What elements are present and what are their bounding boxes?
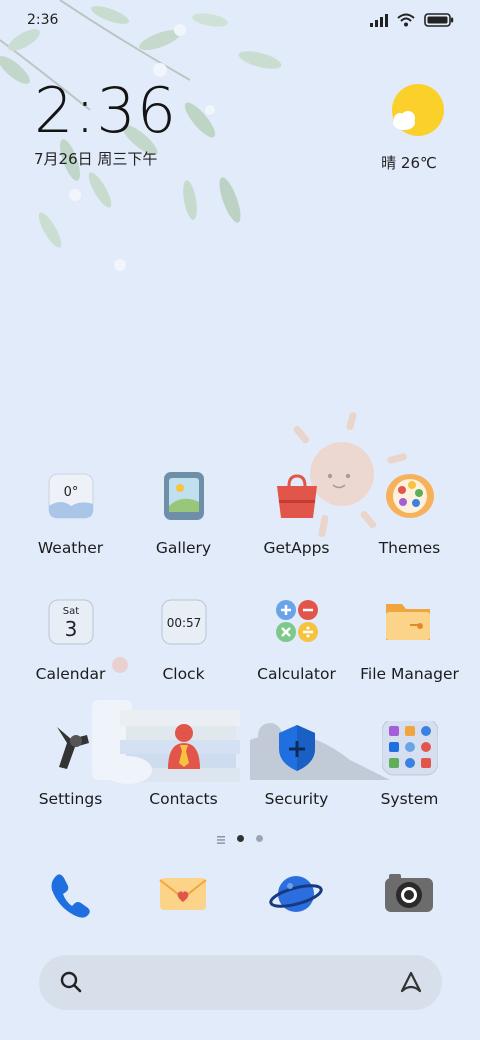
calendar-icon: Sat 3 bbox=[43, 596, 99, 652]
calendar-icon-date: 3 bbox=[64, 617, 77, 641]
dock-camera[interactable] bbox=[381, 866, 437, 922]
clock-widget-time: 2:36 bbox=[34, 74, 178, 147]
dock-browser[interactable] bbox=[268, 866, 324, 922]
app-settings[interactable]: Settings bbox=[14, 721, 127, 808]
app-themes[interactable]: Themes bbox=[353, 470, 466, 557]
messaging-icon bbox=[155, 878, 211, 926]
wifi-icon bbox=[397, 12, 415, 31]
calendar-icon-day: Sat bbox=[62, 606, 78, 617]
app-label: Security bbox=[264, 790, 329, 808]
clock-icon-time: 00:57 bbox=[166, 616, 201, 630]
signal-icon bbox=[370, 12, 388, 31]
status-bar: 2:36 bbox=[0, 0, 480, 42]
status-time: 2:36 bbox=[27, 12, 59, 28]
page-indicator[interactable] bbox=[0, 829, 480, 848]
app-list-indicator-icon bbox=[217, 829, 225, 848]
app-clock[interactable]: 00:57 Clock bbox=[127, 596, 240, 683]
app-security[interactable]: Security bbox=[240, 721, 353, 808]
status-icons bbox=[370, 12, 454, 31]
app-file-manager[interactable]: File Manager bbox=[353, 596, 466, 683]
dock-phone[interactable] bbox=[42, 866, 98, 922]
app-label: Contacts bbox=[149, 790, 218, 808]
sun-cloud-icon bbox=[388, 84, 444, 144]
weather-icon-temp: 0° bbox=[63, 485, 78, 500]
battery-icon bbox=[424, 12, 454, 31]
gallery-icon bbox=[156, 470, 212, 526]
app-contacts[interactable]: Contacts bbox=[127, 721, 240, 808]
phone-icon bbox=[42, 874, 98, 926]
weather-widget-text: 晴 26℃ bbox=[381, 154, 437, 172]
security-icon bbox=[269, 721, 325, 777]
app-calculator[interactable]: Calculator bbox=[240, 596, 353, 683]
getapps-icon bbox=[269, 470, 325, 526]
app-label: File Manager bbox=[360, 665, 459, 683]
camera-icon bbox=[381, 874, 437, 926]
system-folder-icon bbox=[381, 718, 438, 777]
app-label: Gallery bbox=[155, 539, 212, 557]
weather-widget[interactable]: 晴 26℃ bbox=[381, 84, 444, 173]
app-label: Themes bbox=[378, 539, 441, 557]
app-label: System bbox=[380, 790, 439, 808]
clock-widget-date: 7月26日 周三下午 bbox=[34, 150, 158, 168]
app-label: Calendar bbox=[35, 665, 106, 683]
app-label: GetApps bbox=[263, 539, 330, 557]
clock-icon: 00:57 bbox=[156, 596, 212, 652]
file-manager-icon bbox=[382, 596, 438, 652]
page-dot bbox=[256, 835, 263, 842]
app-system-folder[interactable]: System bbox=[353, 718, 466, 808]
weather-icon: 0° bbox=[43, 470, 99, 526]
app-weather[interactable]: 0° Weather bbox=[14, 470, 127, 557]
app-label: Calculator bbox=[257, 665, 336, 683]
app-gallery[interactable]: Gallery bbox=[127, 470, 240, 557]
search-bar[interactable] bbox=[39, 955, 442, 1010]
settings-icon bbox=[43, 721, 99, 777]
contacts-icon bbox=[156, 721, 212, 777]
app-label: Weather bbox=[37, 539, 104, 557]
calculator-icon bbox=[269, 596, 325, 652]
page-dot-active bbox=[237, 835, 244, 842]
browser-icon bbox=[268, 876, 324, 926]
app-getapps[interactable]: GetApps bbox=[240, 470, 353, 557]
dock-messaging[interactable] bbox=[155, 866, 211, 922]
themes-icon bbox=[382, 470, 438, 526]
clock-widget[interactable]: 2:36 7月26日 周三下午 bbox=[34, 80, 177, 169]
app-calendar[interactable]: Sat 3 Calendar bbox=[14, 596, 127, 683]
app-label: Clock bbox=[162, 665, 205, 683]
search-icon[interactable] bbox=[59, 970, 83, 998]
assistant-icon[interactable] bbox=[398, 969, 424, 999]
app-label: Settings bbox=[38, 790, 103, 808]
